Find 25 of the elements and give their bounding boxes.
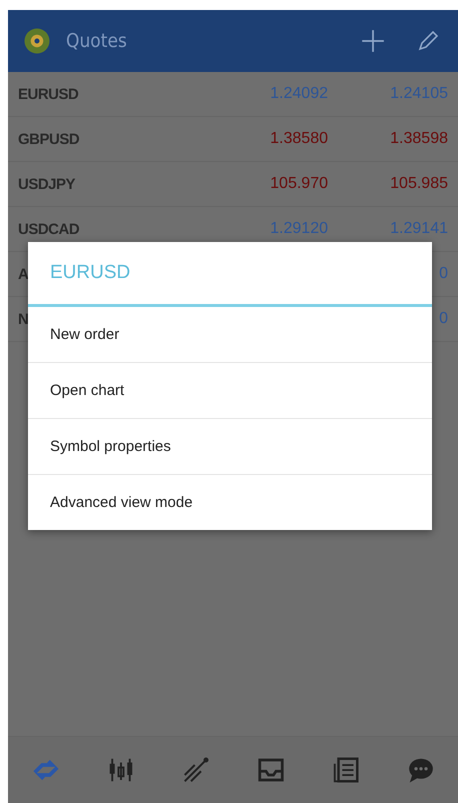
ask-price: 1.29141 [389,220,448,238]
bid-price: 105.970 [269,175,328,193]
symbol-text: N [18,310,28,328]
pencil-icon [416,29,440,53]
menu-item[interactable]: Advanced view mode [28,474,432,530]
bid-price: 1.38580 [269,130,328,148]
menu-item[interactable]: Open chart [28,362,432,418]
menu-item[interactable]: Symbol properties [28,418,432,474]
ask-price: 105.985 [389,175,448,193]
bid-price: 1.24092 [269,85,328,103]
screen-title: Quotes [66,30,127,52]
ask-price: 0 [438,265,448,283]
symbol-text: GBPUSD [18,130,80,148]
symbol-text: USDJPY [18,176,76,192]
logo-icon [22,26,52,56]
ask-price: 1.38598 [389,130,448,148]
symbol-text: EURUSD [18,86,78,102]
bid-price: 1.29120 [269,220,328,238]
symbol-text: A [18,266,28,282]
plus-icon [360,28,386,54]
menu-item[interactable]: New order [28,307,432,362]
ask-price: 1.24105 [389,85,448,103]
menu-title: EURUSD [49,261,132,285]
ask-price: 0 [438,310,448,328]
symbol-text: USDCAD [18,220,80,238]
